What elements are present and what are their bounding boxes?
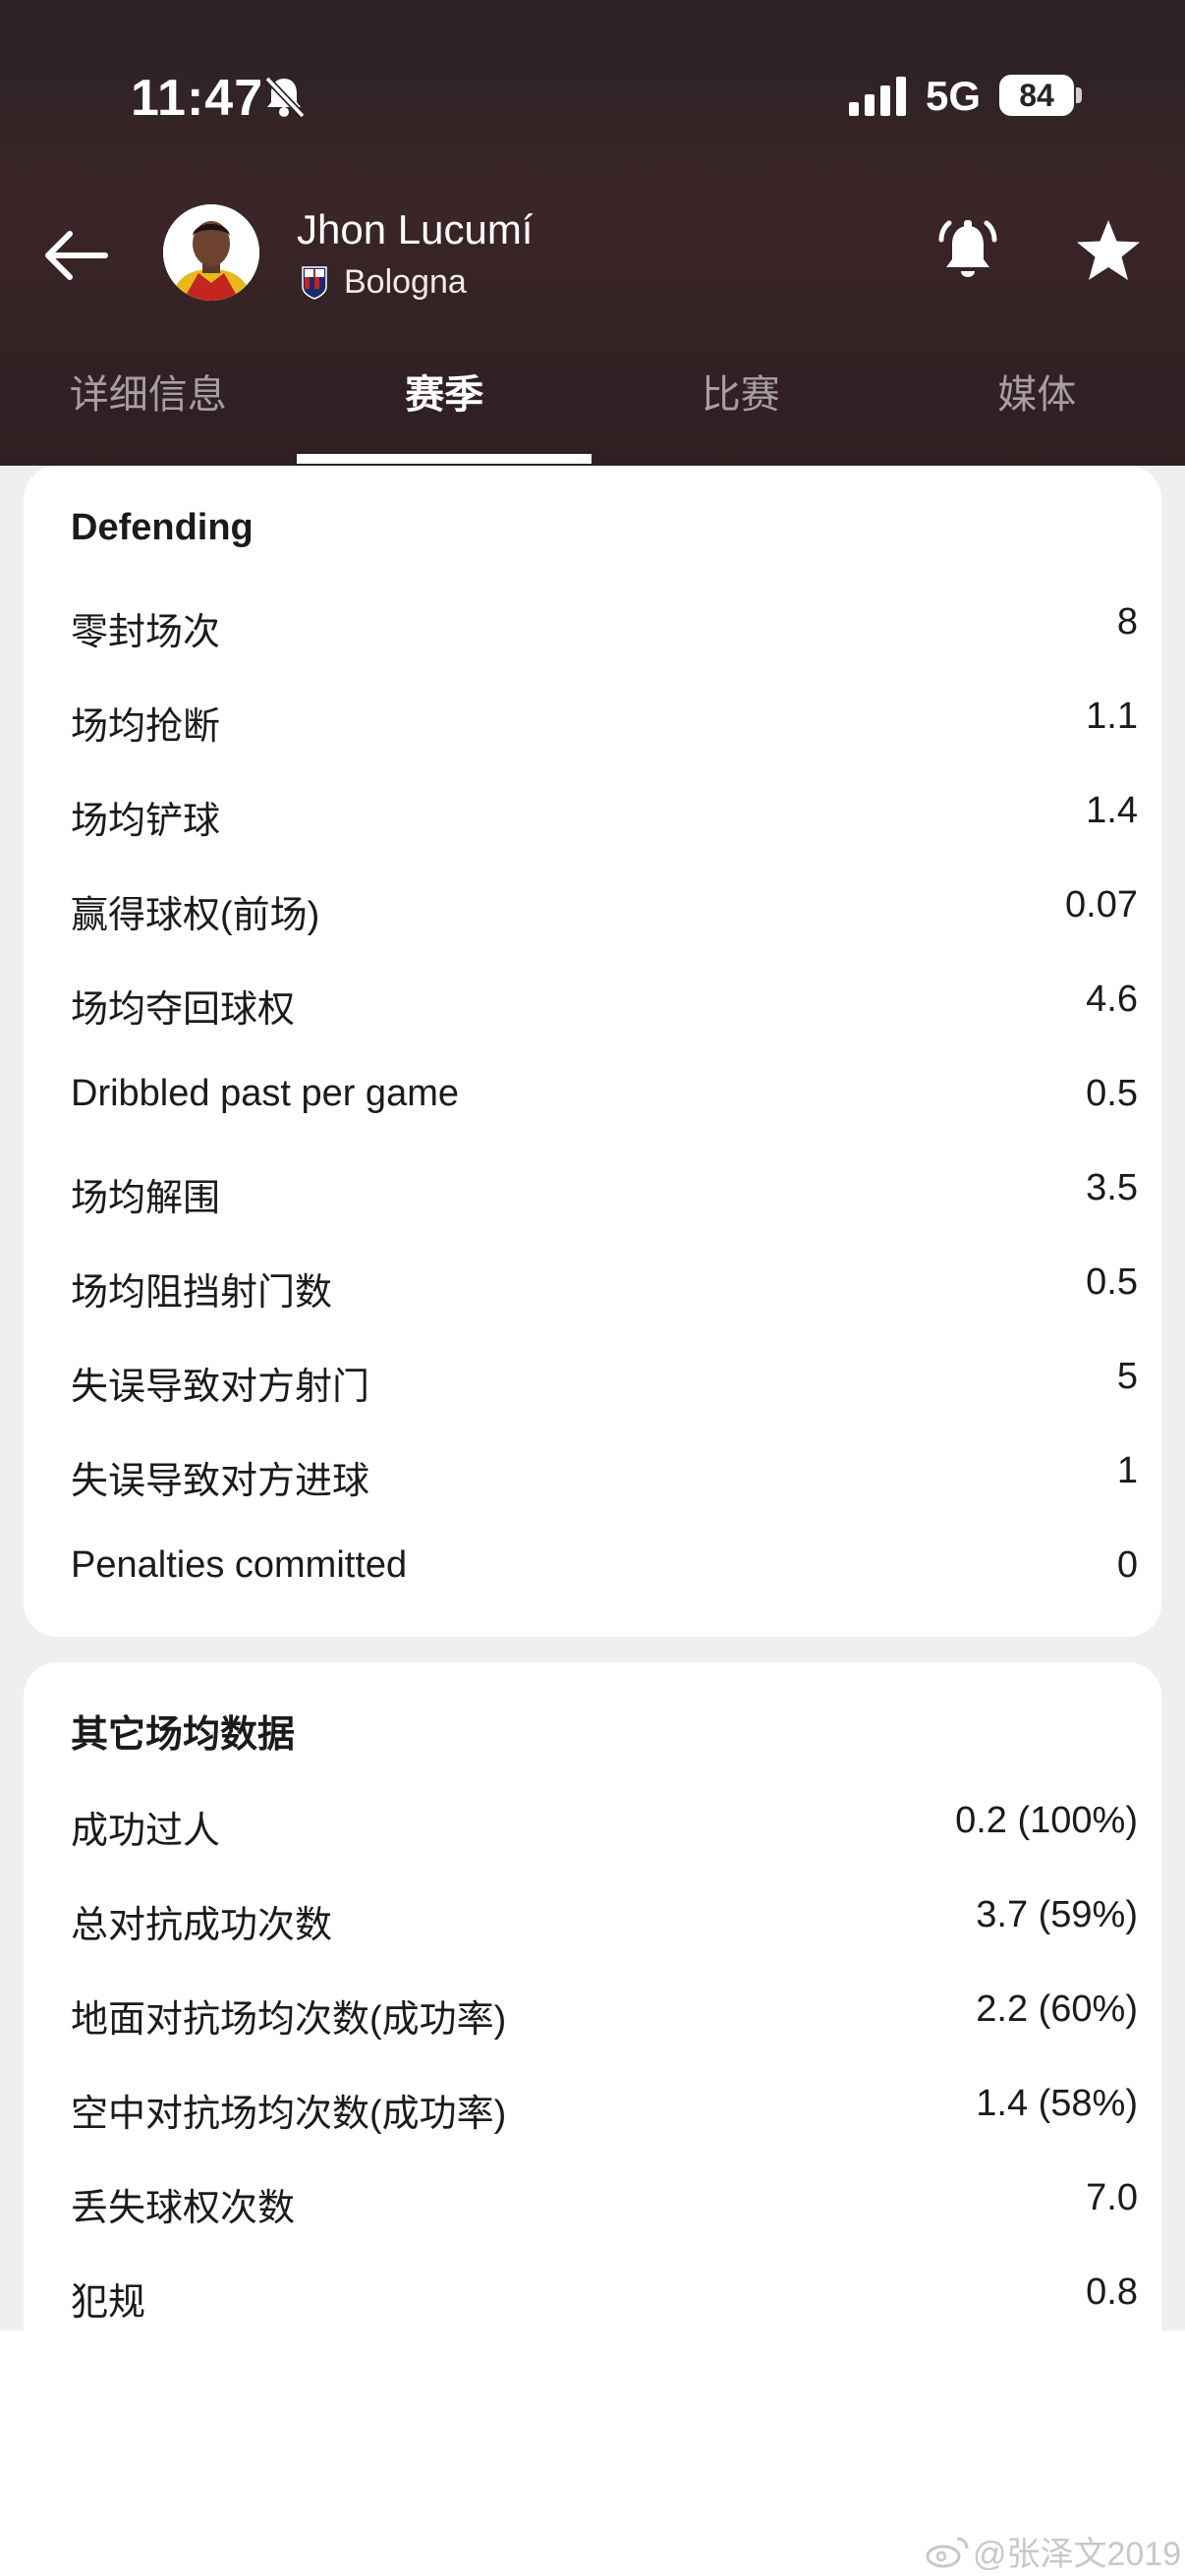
stat-label: 空中对抗场均次数(成功率) xyxy=(71,2094,507,2135)
active-tab-indicator xyxy=(297,454,592,464)
stat-value: 0 xyxy=(1116,1544,1138,1586)
favorite-button[interactable] xyxy=(1075,218,1142,283)
stat-label: 丢失球权次数 xyxy=(71,2188,296,2229)
stat-row: 成功过人 0.2 (100%) xyxy=(71,1800,1138,1894)
stat-label: 场均抢断 xyxy=(71,706,221,748)
other-stats-title: 其它场均数据 xyxy=(71,1714,296,1756)
watermark: @张泽文2019 xyxy=(926,2527,1181,2575)
back-button[interactable] xyxy=(39,218,114,293)
stat-row: 失误导致对方进球 1 xyxy=(71,1450,1138,1544)
battery-indicator: 84 xyxy=(999,75,1074,116)
notification-button[interactable] xyxy=(933,214,1002,289)
network-type: 5G xyxy=(926,73,982,119)
stat-row: 赢得球权(前场) 0.07 xyxy=(71,884,1138,979)
defending-card: Defending 零封场次 8 场均抢断 1.1 场均铲球 1.4 赢得球权(… xyxy=(24,466,1161,1637)
stat-row: 场均解围 3.5 xyxy=(71,1167,1138,1261)
stat-label: 零封场次 xyxy=(71,612,221,653)
stat-row: 零封场次 8 xyxy=(71,601,1138,696)
arrow-left-icon xyxy=(45,231,108,280)
watermark-text: @张泽文2019 xyxy=(973,2536,1182,2573)
stat-value: 3.7 (59%) xyxy=(976,1894,1138,1935)
stat-label: 犯规 xyxy=(71,2282,146,2324)
stat-value: 0.5 xyxy=(1086,1261,1138,1303)
stat-value: 2.2 (60%) xyxy=(976,1988,1138,2030)
weibo-logo-icon xyxy=(926,2537,969,2567)
stat-row: 空中对抗场均次数(成功率) 1.4 (58%) xyxy=(71,2083,1138,2177)
star-icon xyxy=(1077,220,1140,280)
tab-matches[interactable]: 比赛 xyxy=(592,354,889,466)
player-photo xyxy=(163,204,259,301)
stat-label: 地面对抗场均次数(成功率) xyxy=(71,1999,507,2041)
stat-label: 失误导致对方进球 xyxy=(71,1461,370,1502)
stat-row: Penalties committed 0 xyxy=(71,1544,1138,1639)
stat-label: 场均阻挡射门数 xyxy=(71,1272,333,1314)
stat-value: 0.2 (100%) xyxy=(955,1800,1138,1841)
bell-ring-icon xyxy=(938,220,997,277)
bologna-crest-icon xyxy=(302,265,327,300)
status-time: 11:47 xyxy=(131,70,264,127)
stat-row: 场均铲球 1.4 xyxy=(71,790,1138,884)
signal-icon xyxy=(849,77,906,116)
stat-row: 犯规 0.8 xyxy=(71,2271,1138,2330)
stat-row: 场均夺回球权 4.6 xyxy=(71,979,1138,1073)
stat-value: 1.4 (58%) xyxy=(976,2083,1138,2124)
team-link[interactable]: Bologna xyxy=(301,263,467,302)
tab-media[interactable]: 媒体 xyxy=(889,354,1185,466)
stat-label: 场均铲球 xyxy=(71,801,221,842)
tab-season[interactable]: 赛季 xyxy=(297,354,593,466)
stat-label: 失误导致对方射门 xyxy=(71,1367,370,1408)
stat-value: 3.5 xyxy=(1086,1167,1138,1208)
tab-bar: 详细信息 赛季 比赛 媒体 xyxy=(0,354,1185,466)
stat-label: 赢得球权(前场) xyxy=(71,895,320,936)
stat-value: 0.07 xyxy=(1065,884,1138,925)
stat-row: 场均阻挡射门数 0.5 xyxy=(71,1261,1138,1356)
player-name: Jhon Lucumí xyxy=(297,206,534,252)
stat-row: Dribbled past per game 0.5 xyxy=(71,1073,1138,1167)
stat-label: 总对抗成功次数 xyxy=(71,1905,333,1946)
stat-label: Dribbled past per game xyxy=(71,1073,459,1114)
stat-value: 1.1 xyxy=(1086,696,1138,737)
player-avatar[interactable] xyxy=(163,204,259,301)
defending-title: Defending xyxy=(71,507,254,548)
stat-value: 7.0 xyxy=(1086,2177,1138,2218)
stat-value: 0.5 xyxy=(1086,1073,1138,1114)
stat-value: 0.8 xyxy=(1086,2271,1138,2313)
stat-label: 成功过人 xyxy=(71,1811,221,1852)
stat-row: 失误导致对方射门 5 xyxy=(71,1356,1138,1450)
stat-value: 4.6 xyxy=(1086,979,1138,1020)
tab-details[interactable]: 详细信息 xyxy=(0,354,297,466)
stat-label: 场均解围 xyxy=(71,1178,221,1219)
battery-cap xyxy=(1076,87,1082,103)
stat-row: 场均抢断 1.1 xyxy=(71,696,1138,790)
stat-label: Penalties committed xyxy=(71,1544,408,1586)
team-name: Bologna xyxy=(344,263,467,301)
stat-value: 8 xyxy=(1116,601,1138,643)
stat-label: 场均夺回球权 xyxy=(71,989,296,1031)
stat-value: 1.4 xyxy=(1086,790,1138,831)
stat-row: 丢失球权次数 7.0 xyxy=(71,2177,1138,2271)
stat-value: 5 xyxy=(1116,1356,1138,1397)
stat-row: 地面对抗场均次数(成功率) 2.2 (60%) xyxy=(71,1988,1138,2083)
stat-row: 总对抗成功次数 3.7 (59%) xyxy=(71,1894,1138,1988)
app-header: 11:47 5G 84 Jhon Lucumí Bologna 详细信息 赛季 … xyxy=(0,0,1185,466)
bell-muted-icon xyxy=(264,76,306,119)
stat-value: 1 xyxy=(1116,1450,1138,1491)
other-stats-card: 其它场均数据 成功过人 0.2 (100%) 总对抗成功次数 3.7 (59%)… xyxy=(24,1662,1161,2370)
